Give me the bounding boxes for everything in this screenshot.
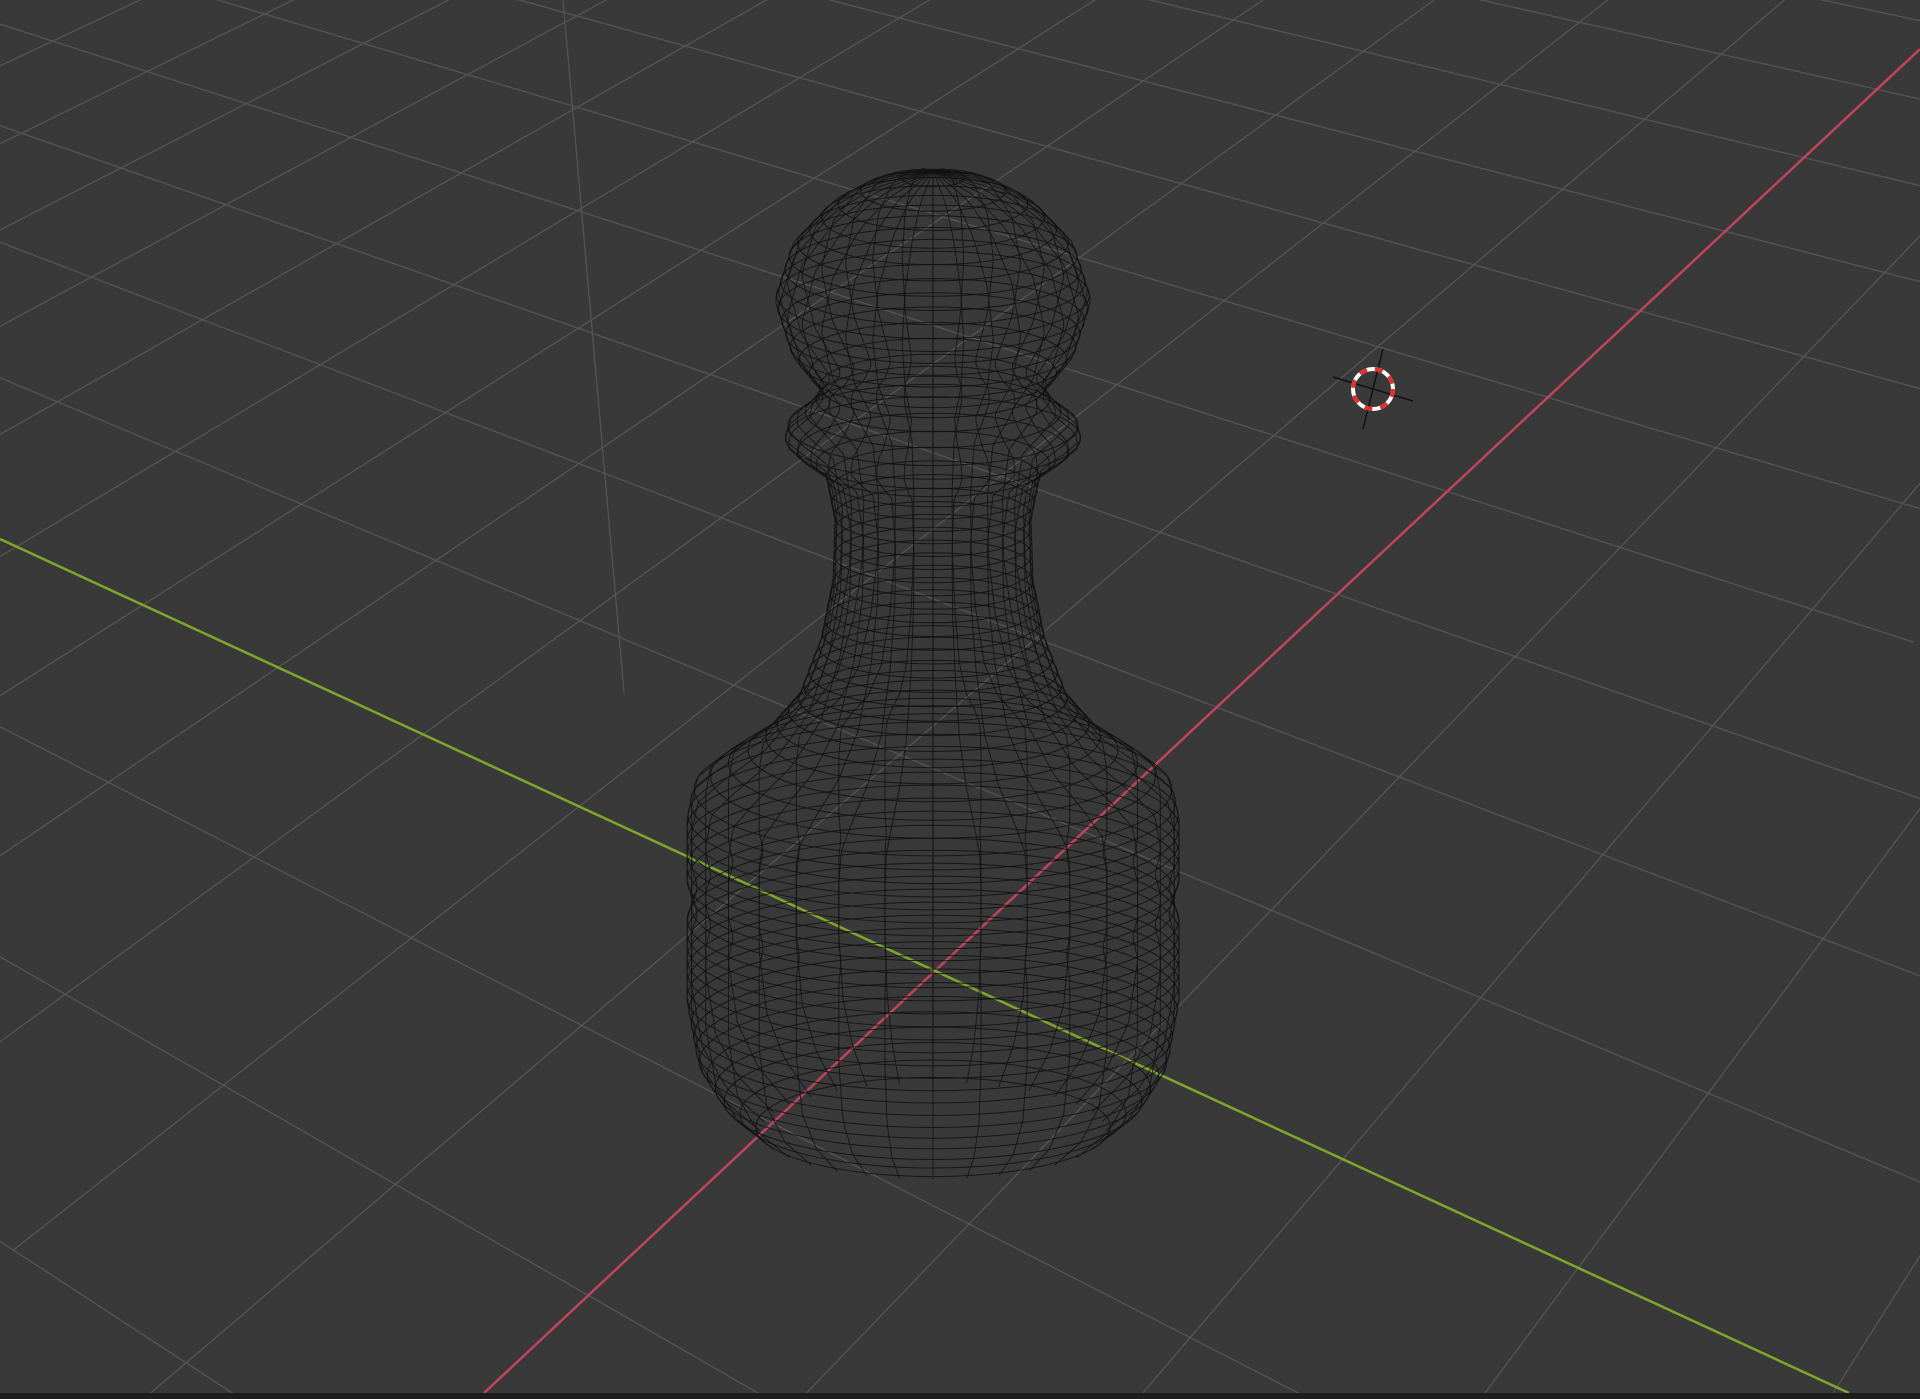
grid-line — [0, 241, 1920, 977]
wire-edge — [705, 170, 934, 1150]
wire-edge — [932, 170, 1161, 1150]
grid-line — [0, 0, 608, 328]
3d-viewport[interactable] — [0, 0, 1920, 1399]
3d-cursor-icon[interactable] — [1332, 348, 1414, 430]
grid-line — [0, 0, 295, 145]
grid-line — [0, 0, 1436, 1043]
grid-line — [0, 23, 1914, 643]
wire-edge — [932, 170, 1028, 1176]
grid-line — [0, 725, 1312, 1399]
grid-line — [1828, 1254, 1920, 1399]
grid-line — [0, 0, 768, 436]
grid-line — [1147, 0, 1920, 187]
y-axis-line — [0, 537, 1850, 1395]
pawn-wireframe-mesh[interactable] — [686, 167, 1180, 1180]
grid-line — [0, 377, 1920, 1183]
viewport-scene[interactable] — [0, 0, 1920, 1399]
light-helper-line — [562, 0, 625, 693]
grid-line — [1819, 0, 1920, 22]
grid-line — [516, 0, 1920, 390]
grid-line — [1478, 0, 1920, 100]
wire-edge — [838, 170, 934, 1176]
grid-line — [1479, 807, 1920, 1399]
grid-line — [0, 0, 142, 67]
grid-line — [12, 0, 1609, 1251]
viewport-bottom-edge — [0, 1393, 1920, 1399]
grid-line — [1136, 482, 1920, 1399]
grid-line — [0, 0, 52, 12]
grid-line — [0, 0, 450, 231]
grid-line — [0, 955, 770, 1399]
grid-line — [0, 1240, 243, 1399]
